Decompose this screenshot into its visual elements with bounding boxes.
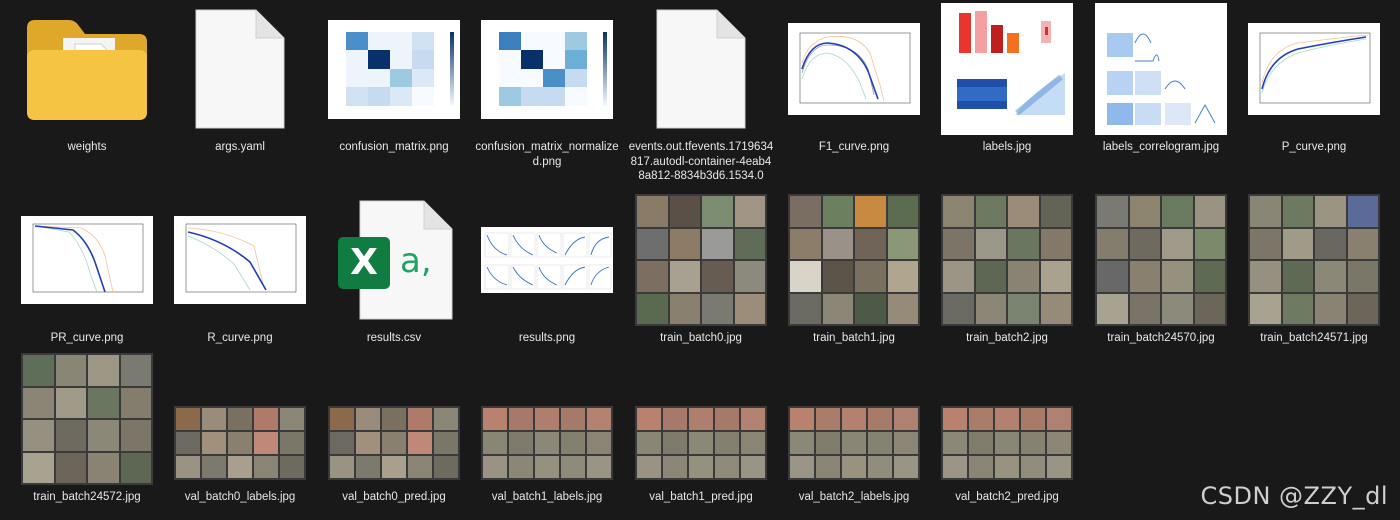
file-item-events[interactable]: events.out.tfevents.1719634817.autodl-co… bbox=[626, 4, 776, 184]
p-curve-thumbnail bbox=[1248, 23, 1380, 115]
file-name: val_batch0_pred.jpg bbox=[342, 491, 446, 503]
watermark: CSDN @ZZY_dl bbox=[1200, 482, 1388, 510]
file-name: train_batch0.jpg bbox=[660, 332, 742, 344]
file-name: val_batch0_labels.jpg bbox=[184, 491, 296, 503]
file-item-p-curve[interactable]: P_curve.png bbox=[1239, 4, 1389, 155]
file-name: events.out.tfevents.1719634817.autodl-co… bbox=[628, 141, 774, 182]
excel-letter: X bbox=[350, 242, 378, 283]
file-item-confusion-matrix[interactable]: confusion_matrix.png bbox=[319, 4, 469, 155]
file-name: confusion_matrix.png bbox=[339, 141, 449, 153]
r-curve-thumbnail bbox=[174, 216, 306, 304]
train-batch2-thumbnail bbox=[941, 194, 1073, 326]
file-name: labels_correlogram.jpg bbox=[1102, 141, 1220, 153]
val-batch0-pred-thumbnail bbox=[328, 406, 460, 480]
file-name: args.yaml bbox=[215, 141, 265, 153]
file-name: train_batch24571.jpg bbox=[1260, 332, 1368, 344]
excel-suffix: a, bbox=[400, 241, 432, 281]
train-batch24572-thumbnail bbox=[21, 353, 153, 485]
file-item-r-curve[interactable]: R_curve.png bbox=[165, 195, 315, 346]
file-item-val-batch0-pred[interactable]: val_batch0_pred.jpg bbox=[319, 354, 469, 505]
file-name: val_batch1_labels.jpg bbox=[491, 491, 603, 503]
labels-correlogram-thumbnail bbox=[1095, 3, 1227, 135]
train-batch0-thumbnail bbox=[635, 194, 767, 326]
file-item-train-batch24570[interactable]: train_batch24570.jpg bbox=[1086, 194, 1236, 346]
document-icon bbox=[656, 9, 746, 129]
file-name: val_batch2_pred.jpg bbox=[955, 491, 1059, 503]
val-batch0-labels-thumbnail bbox=[174, 406, 306, 480]
train-batch24571-thumbnail bbox=[1248, 194, 1380, 326]
file-item-results-csv[interactable]: X a, results.csv bbox=[319, 195, 469, 346]
val-batch2-pred-thumbnail bbox=[941, 406, 1073, 480]
file-item-train-batch2[interactable]: train_batch2.jpg bbox=[932, 194, 1082, 346]
f1-curve-thumbnail bbox=[788, 23, 920, 115]
confusion-matrix-thumbnail bbox=[328, 19, 460, 119]
file-item-confusion-matrix-normalized[interactable]: confusion_matrix_normalized.png bbox=[472, 4, 622, 169]
file-item-weights[interactable]: weights bbox=[12, 4, 162, 155]
file-item-labels[interactable]: labels.jpg bbox=[932, 3, 1082, 155]
file-item-train-batch24571[interactable]: train_batch24571.jpg bbox=[1239, 194, 1389, 346]
file-name: results.png bbox=[518, 332, 576, 344]
pr-curve-thumbnail bbox=[21, 216, 153, 304]
file-name: labels.jpg bbox=[982, 141, 1032, 153]
file-item-val-batch2-labels[interactable]: val_batch2_labels.jpg bbox=[779, 354, 929, 505]
file-name: train_batch2.jpg bbox=[966, 332, 1048, 344]
file-name: confusion_matrix_normalized.png bbox=[475, 141, 619, 168]
file-name: PR_curve.png bbox=[50, 332, 124, 344]
file-item-train-batch24572[interactable]: train_batch24572.jpg bbox=[12, 353, 162, 505]
file-item-val-batch1-pred[interactable]: val_batch1_pred.jpg bbox=[626, 354, 776, 505]
file-item-labels-correlogram[interactable]: labels_correlogram.jpg bbox=[1086, 3, 1236, 155]
file-item-args-yaml[interactable]: args.yaml bbox=[165, 4, 315, 155]
file-name: train_batch1.jpg bbox=[813, 332, 895, 344]
file-item-val-batch2-pred[interactable]: val_batch2_pred.jpg bbox=[932, 354, 1082, 505]
train-batch1-thumbnail bbox=[788, 194, 920, 326]
folder-icon bbox=[27, 20, 147, 120]
val-batch2-labels-thumbnail bbox=[788, 406, 920, 480]
file-name: results.csv bbox=[366, 332, 422, 344]
labels-thumbnail bbox=[941, 3, 1073, 135]
val-batch1-pred-thumbnail bbox=[635, 406, 767, 480]
file-item-results-png[interactable]: results.png bbox=[472, 195, 622, 346]
confusion-matrix-normalized-thumbnail bbox=[481, 19, 613, 119]
val-batch1-labels-thumbnail bbox=[481, 406, 613, 480]
file-item-train-batch1[interactable]: train_batch1.jpg bbox=[779, 194, 929, 346]
document-icon bbox=[195, 9, 285, 129]
file-item-pr-curve[interactable]: PR_curve.png bbox=[12, 195, 162, 346]
excel-csv-icon: X a, bbox=[334, 197, 454, 323]
file-item-val-batch1-labels[interactable]: val_batch1_labels.jpg bbox=[472, 354, 622, 505]
file-name: train_batch24570.jpg bbox=[1107, 332, 1215, 344]
file-name: train_batch24572.jpg bbox=[33, 491, 141, 503]
file-name: P_curve.png bbox=[1281, 141, 1347, 153]
file-item-f1-curve[interactable]: F1_curve.png bbox=[779, 4, 929, 155]
file-item-val-batch0-labels[interactable]: val_batch0_labels.jpg bbox=[165, 354, 315, 505]
results-thumbnail bbox=[481, 227, 613, 293]
file-name: val_batch2_labels.jpg bbox=[798, 491, 910, 503]
file-name: R_curve.png bbox=[207, 332, 273, 344]
file-name: val_batch1_pred.jpg bbox=[649, 491, 753, 503]
file-name: F1_curve.png bbox=[818, 141, 890, 153]
file-name: weights bbox=[67, 141, 107, 153]
file-item-train-batch0[interactable]: train_batch0.jpg bbox=[626, 194, 776, 346]
train-batch24570-thumbnail bbox=[1095, 194, 1227, 326]
